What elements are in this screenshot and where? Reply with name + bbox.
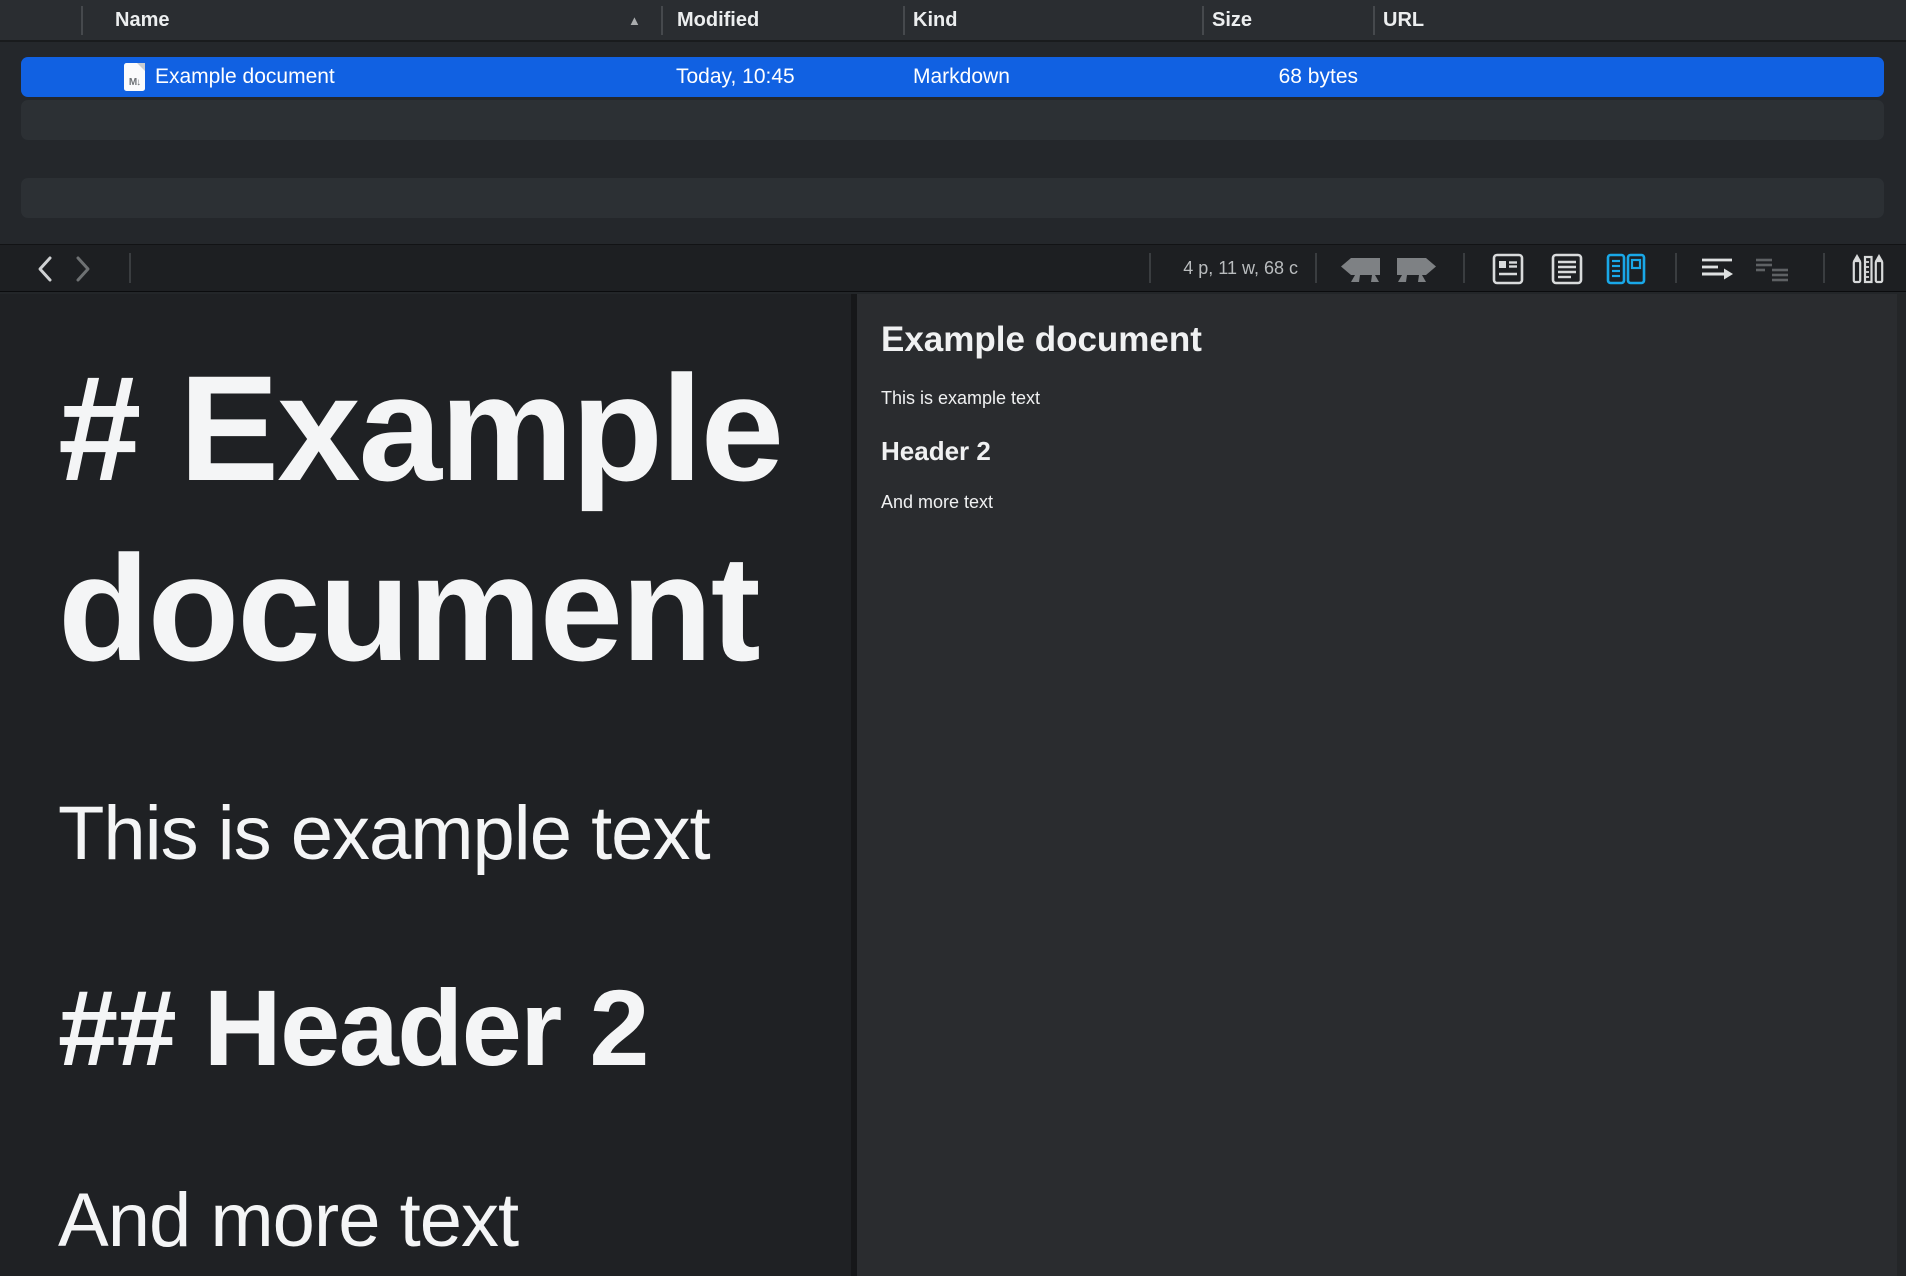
column-divider (1202, 6, 1204, 35)
table-header: Name ▲ Modified Kind Size URL (0, 0, 1906, 42)
column-header-url[interactable]: URL (1383, 0, 1424, 40)
toolbar-divider (1315, 253, 1317, 283)
split-panes: # Example document This is example text … (0, 294, 1906, 1276)
column-divider (1373, 6, 1375, 35)
signpost-right-icon (1394, 255, 1438, 283)
column-divider (661, 6, 663, 35)
toolbar: 4 p, 11 w, 68 c (0, 244, 1906, 292)
table-row-empty[interactable] (21, 100, 1884, 140)
markdown-preview-pane[interactable]: Example document This is example text He… (857, 294, 1906, 1276)
toolbar-divider (129, 253, 131, 283)
toolbar-divider (1149, 253, 1151, 283)
word-count-status: 4 p, 11 w, 68 c (1152, 245, 1298, 291)
typewriter-scroll-button[interactable] (1697, 253, 1737, 285)
sort-ascending-icon: ▲ (628, 0, 641, 41)
editor-paragraph-line[interactable]: This is example text (58, 790, 825, 877)
column-header-kind[interactable]: Kind (913, 0, 957, 40)
column-divider (903, 6, 905, 35)
markdown-document-icon: M↓ (124, 63, 145, 91)
toolbar-divider (1675, 253, 1677, 283)
app-window: Name ▲ Modified Kind Size URL M↓ Example… (0, 0, 1906, 1276)
column-header-modified[interactable]: Modified (677, 0, 759, 40)
file-browser: Name ▲ Modified Kind Size URL M↓ Example… (0, 0, 1906, 244)
editor-paragraph-line[interactable]: And more text (58, 1177, 825, 1264)
editor-heading1-line[interactable]: # Example document (58, 338, 825, 698)
row-cell-name: Example document (155, 57, 335, 97)
chevron-left-icon (35, 255, 55, 283)
paragraph-indent-button[interactable] (1751, 253, 1793, 285)
table-row-selected[interactable]: M↓ Example document Today, 10:45 Markdow… (21, 57, 1884, 97)
chevron-right-icon (73, 255, 93, 283)
previous-marker-button[interactable] (1337, 255, 1385, 283)
table-row-empty[interactable] (21, 178, 1884, 218)
signpost-left-icon (1339, 255, 1383, 283)
split-view-icon (1605, 252, 1647, 286)
document-text-icon (1549, 252, 1585, 286)
preview-heading2: Header 2 (881, 436, 1882, 467)
row-cell-size: 68 bytes (1121, 57, 1358, 97)
next-marker-button[interactable] (1392, 255, 1440, 283)
column-divider (81, 6, 83, 35)
column-header-size[interactable]: Size (1212, 0, 1252, 40)
indented-lines-icon (1753, 253, 1791, 285)
preview-heading1: Example document (881, 320, 1882, 360)
preview-mode-button[interactable] (1489, 252, 1527, 286)
column-header-name[interactable]: Name (115, 0, 169, 40)
row-cell-kind: Markdown (913, 57, 1010, 97)
lines-arrow-right-icon (1698, 253, 1736, 285)
markdown-source-editor[interactable]: # Example document This is example text … (0, 294, 851, 1276)
window-edge (1897, 294, 1906, 1276)
editor-mode-button[interactable] (1548, 252, 1586, 286)
toolbar-divider (1823, 253, 1825, 283)
tools-button[interactable] (1848, 251, 1888, 287)
pens-ruler-icon (1849, 251, 1887, 287)
forward-button[interactable] (66, 253, 100, 285)
back-button[interactable] (28, 253, 62, 285)
editor-heading2-line[interactable]: ## Header 2 (58, 963, 825, 1093)
page-fold (137, 63, 145, 71)
split-view-button[interactable] (1604, 252, 1648, 286)
preview-paragraph: This is example text (881, 388, 1882, 409)
row-cell-modified: Today, 10:45 (676, 57, 795, 97)
toolbar-divider (1463, 253, 1465, 283)
preview-paragraph: And more text (881, 492, 1882, 513)
document-with-image-icon (1490, 252, 1526, 286)
